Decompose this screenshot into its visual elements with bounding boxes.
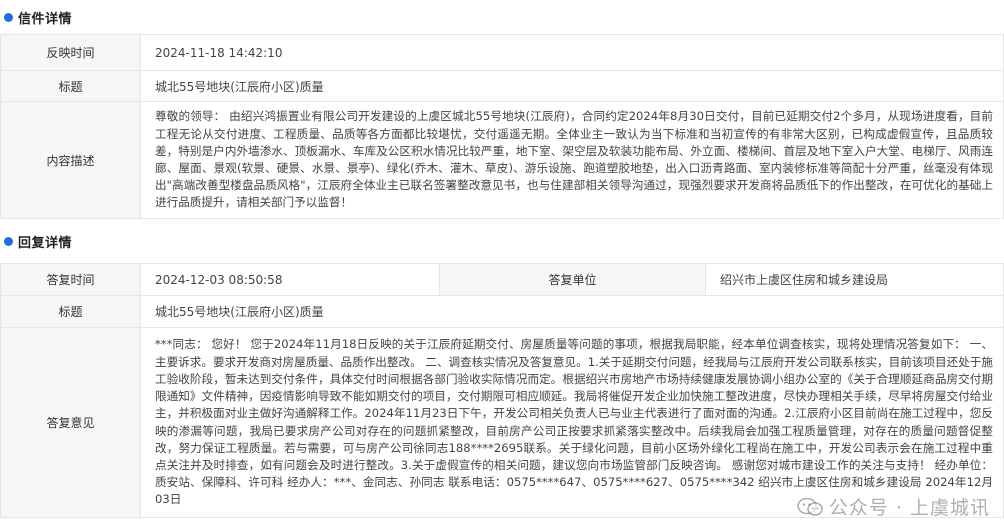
- letter-subject-label: 标题: [0, 70, 141, 102]
- watermark: 公众号 · 上虞城讯: [797, 493, 990, 520]
- reply-opinion-label: 答复意见: [0, 327, 141, 518]
- reply-time-row: 答复时间 2024-12-03 08:50:58 答复单位 绍兴市上虞区住房和城…: [0, 263, 1004, 296]
- reply-subject-value: 城北55号地块(江辰府小区)质量: [140, 295, 1004, 328]
- wechat-icon: [797, 497, 823, 516]
- reply-unit-value: 绍兴市上虞区住房和城乡建设局: [705, 263, 1004, 296]
- reply-section: 回复详情 答复时间 2024-12-03 08:50:58 答复单位 绍兴市上虞…: [0, 219, 1004, 518]
- letter-section: 信件详情 反映时间 2024-11-18 14:42:10 标题 城北55号地块…: [0, 0, 1004, 219]
- reply-section-header: 回复详情: [0, 219, 1004, 263]
- reply-subject-row: 标题 城北55号地块(江辰府小区)质量: [0, 295, 1004, 328]
- letter-time-row: 反映时间 2024-11-18 14:42:10: [0, 34, 1004, 71]
- reply-time-label: 答复时间: [0, 263, 141, 296]
- letter-subject-row: 标题 城北55号地块(江辰府小区)质量: [0, 70, 1004, 102]
- reply-opinion-text: ***同志： 您好！ 您于2024年11月18日反映的关于江辰府延期交付、房屋质…: [140, 327, 1004, 518]
- letter-section-header: 信件详情: [0, 0, 1004, 34]
- letter-time-value: 2024-11-18 14:42:10: [140, 34, 1004, 71]
- reply-unit-label: 答复单位: [439, 263, 706, 296]
- section-bullet-icon: [4, 236, 13, 246]
- letter-section-title: 信件详情: [18, 11, 73, 27]
- letter-subject-value: 城北55号地块(江辰府小区)质量: [140, 70, 1004, 102]
- section-bullet-icon: [4, 12, 13, 22]
- watermark-text: 公众号 · 上虞城讯: [828, 497, 990, 519]
- reply-section-title: 回复详情: [18, 235, 73, 251]
- reply-opinion-row: 答复意见 ***同志： 您好！ 您于2024年11月18日反映的关于江辰府延期交…: [0, 327, 1004, 518]
- reply-subject-label: 标题: [0, 295, 141, 328]
- reply-time-value: 2024-12-03 08:50:58: [140, 263, 440, 296]
- reply-detail-table: 答复时间 2024-12-03 08:50:58 答复单位 绍兴市上虞区住房和城…: [0, 263, 1004, 518]
- letter-content-row: 内容描述 尊敬的领导： 由绍兴鸿振置业有限公司开发建设的上虞区城北55号地块(江…: [0, 101, 1004, 219]
- letter-time-label: 反映时间: [0, 34, 141, 71]
- letter-content-label: 内容描述: [0, 101, 141, 219]
- letter-content-text: 尊敬的领导： 由绍兴鸿振置业有限公司开发建设的上虞区城北55号地块(江辰府)，合…: [140, 101, 1004, 219]
- letter-detail-table: 反映时间 2024-11-18 14:42:10 标题 城北55号地块(江辰府小…: [0, 34, 1004, 219]
